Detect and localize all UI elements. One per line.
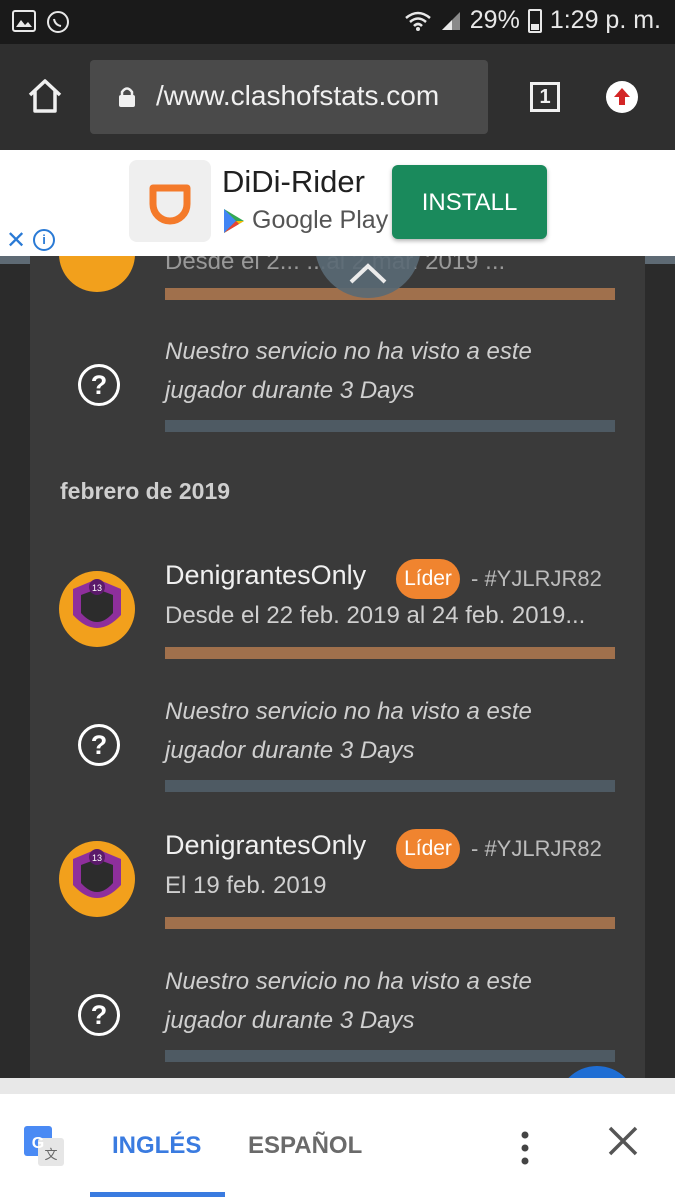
clan-level-text: 13 [92, 853, 102, 863]
clan-tag: - #YJLRJR82 [471, 566, 602, 591]
close-icon[interactable] [606, 1124, 640, 1158]
role-badge: Líder [396, 559, 460, 599]
ad-close-icon[interactable]: ✕ [6, 226, 26, 255]
chevron-up-icon [349, 263, 387, 284]
active-tab-indicator [90, 1192, 225, 1197]
question-icon: ? [78, 364, 120, 406]
google-play-icon [224, 208, 244, 233]
status-bar: 29% 1:29 p. m. [0, 0, 675, 44]
battery-icon [527, 8, 542, 33]
ad-store-label: Google Play [252, 206, 389, 234]
floating-action-button[interactable] [557, 1066, 637, 1078]
question-icon: ? [78, 724, 120, 766]
missing-player-text: Nuestro servicio no ha visto a este juga… [165, 968, 532, 1034]
clan-level-text: 13 [92, 583, 102, 593]
entry-bar [165, 420, 615, 432]
clock: 1:29 p. m. [549, 6, 661, 34]
didi-icon[interactable] [129, 160, 211, 242]
clan-badge-icon: 13 [59, 571, 135, 647]
question-icon: ? [78, 994, 120, 1036]
svg-text:文: 文 [44, 1147, 57, 1162]
browser-toolbar: /www.clashofstats.com 1 [0, 44, 675, 150]
update-icon[interactable] [606, 81, 638, 113]
missing-player-text: Nuestro servicio no ha visto a este juga… [165, 698, 532, 764]
role-badge: Líder [396, 829, 460, 869]
clan-badge-icon [59, 256, 135, 292]
clan-tag: - #YJLRJR82 [471, 836, 602, 861]
entry-bar [165, 780, 615, 792]
more-vert-icon[interactable] [518, 1130, 532, 1166]
translate-bar: G文 INGLÉS ESPAÑOL [0, 1078, 675, 1200]
tab-switcher-button[interactable]: 1 [530, 82, 560, 112]
ad-banner[interactable]: DiDi-Rider Google Play INSTALL ✕ i [0, 150, 675, 256]
clan-badge-icon: 13 [59, 841, 135, 917]
missing-player-text: Nuestro servicio no ha visto a este juga… [165, 338, 532, 404]
svg-text:G: G [32, 1135, 44, 1152]
address-bar[interactable]: /www.clashofstats.com [90, 60, 488, 134]
install-button[interactable]: INSTALL [392, 165, 547, 239]
lang-tab-english[interactable]: INGLÉS [112, 1132, 201, 1160]
home-icon[interactable] [26, 77, 64, 115]
clan-history-panel: Desde el 2... ...al 2 mar. 2019 ... ? Nu… [30, 256, 645, 1078]
gallery-icon [12, 10, 36, 32]
signal-icon [441, 11, 460, 30]
clan-name-link[interactable]: DenigrantesOnly [165, 560, 366, 591]
ad-app-name[interactable]: DiDi-Rider [222, 164, 365, 200]
url-text: /www.clashofstats.com [156, 80, 440, 111]
lang-tab-spanish[interactable]: ESPAÑOL [248, 1132, 362, 1160]
month-heading: febrero de 2019 [60, 478, 231, 504]
clan-dates: Desde el 22 feb. 2019 al 24 feb. 2019... [165, 602, 586, 629]
entry-bar [165, 1050, 615, 1062]
battery-percent: 29% [469, 6, 520, 34]
entry-bar [165, 647, 615, 659]
whatsapp-icon [47, 11, 69, 33]
clan-name-link[interactable]: DenigrantesOnly [165, 830, 366, 861]
clan-dates: El 19 feb. 2019 [165, 872, 327, 899]
ad-store: Google Play [222, 206, 388, 235]
google-translate-icon[interactable]: G文 [22, 1124, 66, 1168]
lock-icon [119, 87, 135, 107]
scroll-up-button[interactable] [315, 256, 421, 298]
wifi-icon [404, 11, 431, 31]
ad-info-icon[interactable]: i [33, 229, 55, 251]
entry-bar [165, 917, 615, 929]
